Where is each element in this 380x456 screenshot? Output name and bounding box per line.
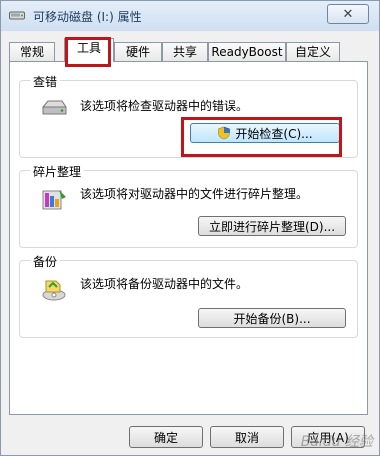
cancel-button[interactable]: 取消 [210,426,284,448]
tab-readyboost[interactable]: ReadyBoost [208,42,286,61]
defrag-description: 该选项将对驱动器中的文件进行碎片整理。 [80,187,309,201]
baidu-watermark: Baidu 经验 [300,434,373,450]
close-button[interactable]: ✕ [327,4,369,24]
defrag-group-title: 碎片整理 [30,163,85,180]
backup-description: 该选项将备份驱动器中的文件。 [80,277,249,291]
close-icon: ✕ [342,6,354,22]
start-check-button[interactable]: 开始检查(C)... [190,123,340,143]
tab-general[interactable]: 常规 [9,42,55,61]
check-description: 该选项将检查驱动器中的错误。 [80,99,249,113]
start-backup-button[interactable]: 开始备份(B)... [198,308,346,328]
drive-icon [9,11,25,20]
check-group-title: 查错 [30,73,61,90]
defrag-group: 碎片整理 该选项将对驱动器中的文件进行碎片整理。 立即进行碎片整理(D)... [19,163,358,248]
title-bar[interactable]: 可移动磁盘 (I:) 属性 ✕ [1,1,379,31]
tools-panel: 查错 该选项将检查驱动器中的错误。 开始检查(C)... 碎片整理 该选项将对驱… [9,61,368,415]
shield-icon [218,126,231,140]
properties-dialog: 可移动磁盘 (I:) 属性 ✕ 常规 工具 硬件 共享 ReadyBoost 自… [0,0,380,456]
backup-group: 备份 该选项将备份驱动器中的文件。 开始备份(B)... [19,253,358,338]
backup-icon [42,280,66,301]
backup-group-title: 备份 [30,253,61,270]
defrag-now-button[interactable]: 立即进行碎片整理(D)... [198,216,346,236]
window-title: 可移动磁盘 (I:) 属性 [33,10,142,24]
disk-check-icon [42,100,67,115]
tab-tools[interactable]: 工具 [64,38,114,62]
tab-hardware[interactable]: 硬件 [114,42,162,61]
tab-customize[interactable]: 自定义 [286,42,340,61]
defrag-icon [42,190,66,210]
check-group: 查错 该选项将检查驱动器中的错误。 开始检查(C)... [19,73,358,158]
ok-button[interactable]: 确定 [129,426,203,448]
tab-sharing[interactable]: 共享 [162,42,208,61]
